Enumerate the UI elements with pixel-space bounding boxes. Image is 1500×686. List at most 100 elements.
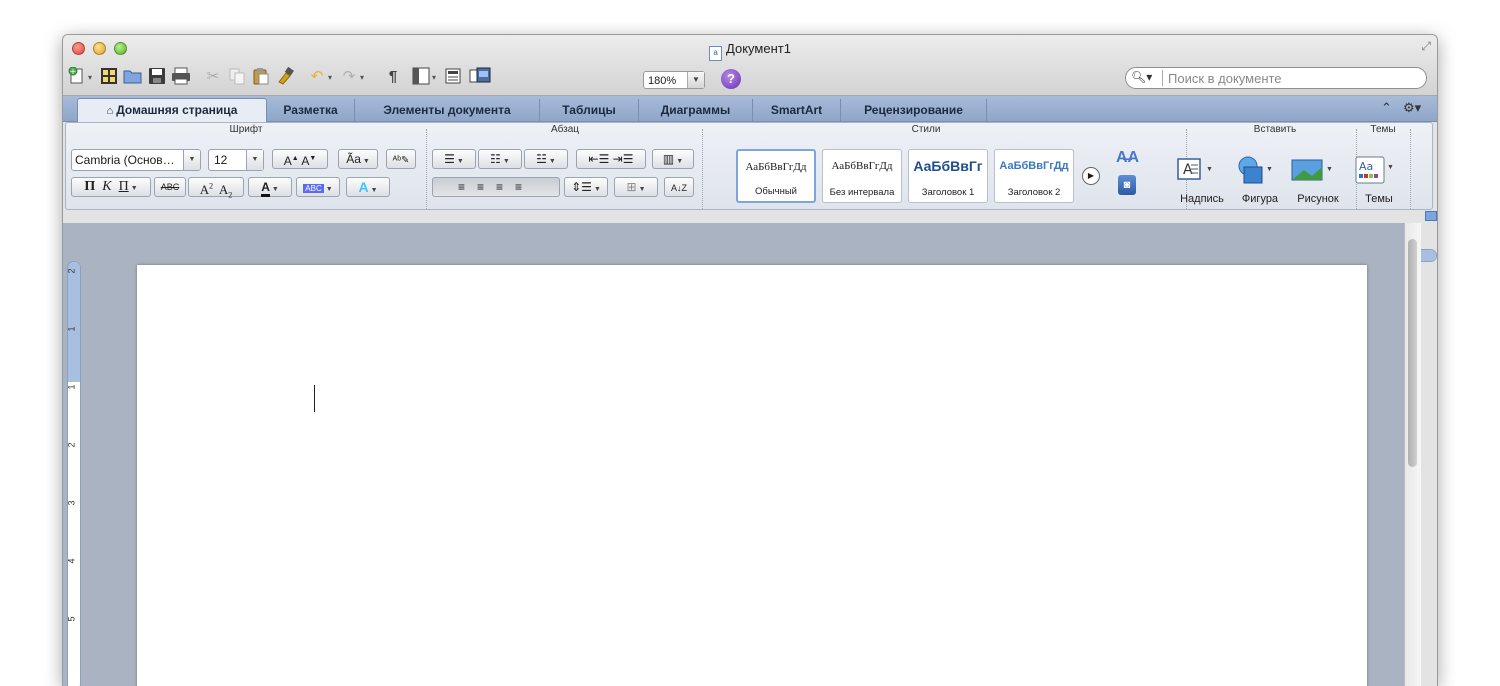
tab-tables[interactable]: Таблицы <box>540 99 639 121</box>
numbering-dropdown-icon[interactable]: ▼ <box>503 158 510 165</box>
columns-dropdown-icon[interactable]: ▼ <box>676 158 683 165</box>
sort-button[interactable]: A↓Z <box>664 177 694 197</box>
shape-icon[interactable]: ▼ <box>1230 155 1273 185</box>
undo-icon[interactable]: ↶ <box>307 67 327 87</box>
undo-dropdown-icon[interactable]: ▾ <box>328 73 332 82</box>
font-size-grow-shrink-buttons[interactable]: A▲ A▼ <box>272 149 328 169</box>
styles-pane-icon[interactable]: ◙ <box>1118 175 1136 195</box>
underline-dropdown-icon[interactable]: ▼ <box>131 184 138 192</box>
tab-layout[interactable]: Разметка <box>267 99 355 121</box>
vertical-ruler[interactable]: 2 1 1 2 3 4 5 <box>67 261 81 686</box>
multilevel-list-dropdown-icon[interactable]: ▼ <box>549 158 556 165</box>
super-subscript-buttons[interactable]: A2 A2 <box>188 177 244 200</box>
templates-gallery-icon[interactable] <box>99 67 119 87</box>
font-name-select[interactable]: Cambria (Основ… ▼ <box>71 149 201 171</box>
search-input[interactable] <box>1168 70 1418 86</box>
highlight-button[interactable]: ABC ▼ <box>296 177 340 197</box>
copy-icon[interactable] <box>227 67 247 87</box>
subscript-icon[interactable]: A2 <box>219 182 232 200</box>
style-no-spacing[interactable]: АаБбВвГгДд Без интервала <box>822 149 902 203</box>
picture-icon[interactable]: ▼ <box>1288 155 1333 185</box>
style-heading-1[interactable]: АаБбВвГг Заголовок 1 <box>908 149 988 203</box>
align-center-icon[interactable]: ≡ <box>477 180 496 194</box>
format-painter-icon[interactable] <box>275 66 295 87</box>
media-browser-icon[interactable] <box>469 67 491 87</box>
text-effects-button[interactable]: A ▼ <box>346 177 390 197</box>
font-size-dropdown-icon[interactable]: ▼ <box>246 150 263 170</box>
font-color-button[interactable]: A ▼ <box>248 177 292 197</box>
tab-home[interactable]: ⌂ Домашняя страница <box>77 98 267 122</box>
print-icon[interactable] <box>171 67 191 87</box>
styles-next-icon[interactable]: ▶ <box>1082 167 1100 185</box>
change-case-button[interactable]: Ãa ▼ <box>338 149 378 169</box>
line-spacing-dropdown-icon[interactable]: ▼ <box>594 186 601 193</box>
cut-icon[interactable]: ✂ <box>203 67 223 87</box>
multilevel-list-button[interactable]: ☳ ▼ <box>524 149 568 169</box>
style-normal[interactable]: АаБбВвГгДд Обычный <box>736 149 816 203</box>
font-color-dropdown-icon[interactable]: ▼ <box>272 186 279 193</box>
shrink-font-icon[interactable]: A▼ <box>301 154 316 168</box>
indent-buttons[interactable]: ⇤☰ ⇥☰ <box>576 149 646 169</box>
new-document-dropdown-icon[interactable]: ▾ <box>88 73 92 82</box>
textbox-icon[interactable]: A ▼ <box>1170 155 1213 185</box>
decrease-indent-icon[interactable]: ⇤☰ <box>589 152 610 166</box>
alignment-buttons[interactable]: ≡≡≡≡ <box>432 177 560 197</box>
styles-gallery-icon[interactable]: A̶A <box>1116 149 1139 167</box>
font-size-select[interactable]: 12 ▼ <box>208 149 264 171</box>
insert-textbox-label[interactable]: Надпись <box>1172 193 1232 205</box>
themes-icon[interactable]: Aa ▼ <box>1352 155 1394 185</box>
search-box[interactable]: 🔍︎▾ <box>1125 67 1427 89</box>
zoom-dropdown-icon[interactable]: ▼ <box>687 72 704 88</box>
justify-icon[interactable]: ≡ <box>515 180 534 194</box>
vertical-scrollbar[interactable] <box>1404 223 1421 686</box>
borders-dropdown-icon[interactable]: ▼ <box>639 186 646 193</box>
tab-charts[interactable]: Диаграммы <box>639 99 753 121</box>
line-spacing-button[interactable]: ⇕☰ ▼ <box>564 177 608 197</box>
toolbox-icon[interactable] <box>443 67 463 87</box>
sidebar-dropdown-icon[interactable]: ▾ <box>432 73 436 82</box>
strikethrough-button[interactable]: ABC <box>154 177 186 197</box>
paste-icon[interactable] <box>251 67 271 87</box>
insert-picture-label[interactable]: Рисунок <box>1288 193 1348 205</box>
text-style-buttons[interactable]: П К П ▼ <box>71 177 151 197</box>
bullets-dropdown-icon[interactable]: ▼ <box>457 158 464 165</box>
help-icon[interactable]: ? <box>721 69 741 89</box>
scrollbar-thumb[interactable] <box>1408 239 1417 467</box>
themes-label[interactable]: Темы <box>1354 193 1404 205</box>
tab-review[interactable]: Рецензирование <box>841 99 987 121</box>
show-formatting-marks-icon[interactable]: ¶ <box>383 67 403 87</box>
collapse-ribbon-icon[interactable]: ⌃ <box>1381 100 1392 116</box>
columns-button[interactable]: ▥ ▼ <box>652 149 694 169</box>
numbering-button[interactable]: ☷ ▼ <box>478 149 522 169</box>
font-name-dropdown-icon[interactable]: ▼ <box>183 150 200 170</box>
split-window-handle-icon[interactable] <box>1425 211 1437 221</box>
tab-smartart[interactable]: SmartArt <box>753 99 841 121</box>
bullets-button[interactable]: ☰ ▼ <box>432 149 476 169</box>
grow-font-icon[interactable]: A▲ <box>284 154 299 168</box>
document-page[interactable] <box>137 265 1367 686</box>
search-icon[interactable]: 🔍︎▾ <box>1131 70 1152 84</box>
redo-dropdown-icon[interactable]: ▾ <box>360 73 364 82</box>
open-folder-icon[interactable] <box>123 67 143 87</box>
new-document-icon[interactable]: + <box>67 66 87 87</box>
align-left-icon[interactable]: ≡ <box>458 180 477 194</box>
insert-shape-label[interactable]: Фигура <box>1230 193 1290 205</box>
change-case-dropdown-icon[interactable]: ▼ <box>363 158 370 165</box>
ribbon-settings-gear-icon[interactable]: ⚙▾ <box>1403 100 1421 116</box>
align-right-icon[interactable]: ≡ <box>496 180 515 194</box>
clear-formatting-button[interactable]: ᴬᵇ✎ <box>386 149 416 169</box>
text-effects-dropdown-icon[interactable]: ▼ <box>371 187 378 194</box>
fullscreen-icon[interactable]: ⤢ <box>1421 39 1431 54</box>
italic-icon[interactable]: К <box>102 179 111 194</box>
save-icon[interactable] <box>147 67 167 87</box>
bold-icon[interactable]: П <box>84 179 95 194</box>
borders-button[interactable]: ⊞ ▼ <box>614 177 658 197</box>
increase-indent-icon[interactable]: ⇥☰ <box>613 152 634 166</box>
underline-icon[interactable]: П <box>119 179 129 194</box>
sidebar-toggle-icon[interactable] <box>411 67 431 87</box>
redo-icon[interactable]: ↷ <box>339 67 359 87</box>
style-heading-2[interactable]: АаБбВвГгДд Заголовок 2 <box>994 149 1074 203</box>
highlight-dropdown-icon[interactable]: ▼ <box>326 186 333 193</box>
tab-document-elements[interactable]: Элементы документа <box>355 99 540 121</box>
superscript-icon[interactable]: A2 <box>200 182 213 197</box>
